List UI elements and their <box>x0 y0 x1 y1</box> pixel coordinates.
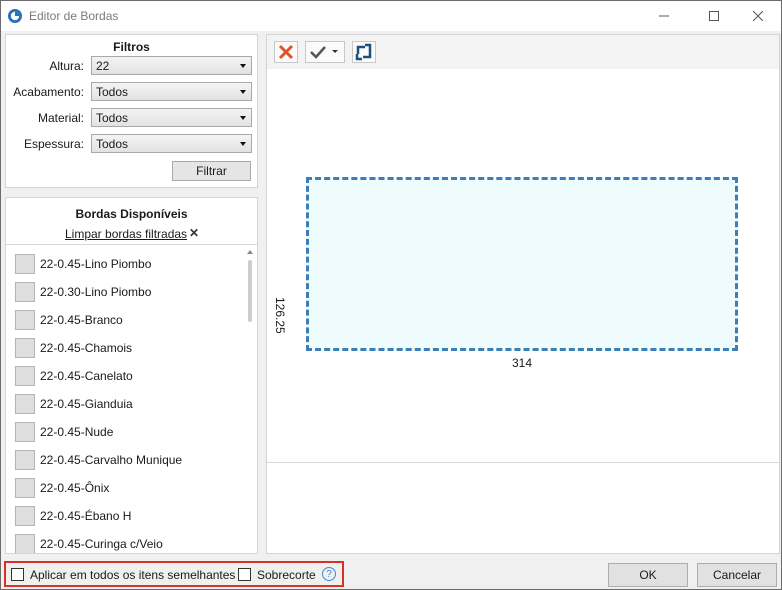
acabamento-select[interactable]: Todos <box>91 82 252 101</box>
window-title: Editor de Bordas <box>29 9 119 23</box>
color-swatch <box>15 450 35 470</box>
help-icon[interactable]: ? <box>322 567 336 581</box>
list-item-label: 22-0.45-Gianduia <box>40 397 133 411</box>
list-item[interactable]: 22-0.30-Lino Piombo <box>6 282 246 310</box>
title-bar: Editor de Bordas <box>1 1 781 31</box>
cancel-button[interactable]: Cancelar <box>697 563 777 587</box>
rotate-button[interactable] <box>352 41 376 63</box>
rotate-icon <box>355 43 372 61</box>
material-label: Material: <box>37 111 84 125</box>
apply-all-label: Aplicar em todos os itens semelhantes <box>30 568 236 582</box>
color-swatch <box>15 422 35 442</box>
color-swatch <box>15 394 35 414</box>
editor-bordas-window: Editor de Bordas Filtros Altura: 22 Acab… <box>0 0 782 590</box>
list-item[interactable]: 22-0.45-Carvalho Munique <box>6 450 246 478</box>
delete-icon <box>278 44 294 60</box>
espessura-value: Todos <box>96 137 129 151</box>
sobrecorte-label: Sobrecorte <box>257 568 316 582</box>
apply-dropdown-button[interactable] <box>305 41 345 63</box>
scroll-up-arrow[interactable] <box>247 250 253 254</box>
material-value: Todos <box>96 111 129 125</box>
chevron-down-icon <box>240 116 246 120</box>
available-edges-panel: Bordas Disponíveis Limpar bordas filtrad… <box>5 197 258 554</box>
altura-value: 22 <box>96 59 110 73</box>
material-select[interactable]: Todos <box>91 108 252 127</box>
preview-toolbar <box>267 35 779 69</box>
filters-title: Filtros <box>113 40 150 54</box>
maximize-icon <box>709 11 719 21</box>
altura-label: Altura: <box>49 59 84 73</box>
list-item[interactable]: 22-0.45-Canelato <box>6 366 246 394</box>
list-item[interactable]: 22-0.45-Chamois <box>6 338 246 366</box>
color-swatch <box>15 254 35 274</box>
filters-panel: Filtros Altura: 22 Acabamento: Todos Mat… <box>5 34 258 188</box>
preview-panel: 314 126.25 <box>266 34 780 554</box>
acabamento-label: Acabamento: <box>13 85 84 99</box>
list-item[interactable]: 22-0.45-Gianduia <box>6 394 246 422</box>
espessura-select[interactable]: Todos <box>91 134 252 153</box>
list-item-label: 22-0.45-Nude <box>40 425 114 439</box>
height-dimension: 126.25 <box>273 297 287 334</box>
app-icon <box>8 9 22 23</box>
list-item[interactable]: 22-0.45-Ébano H <box>6 506 246 534</box>
maximize-button[interactable] <box>691 1 737 31</box>
available-edges-title: Bordas Disponíveis <box>75 207 188 221</box>
check-dropdown-icon <box>310 46 338 59</box>
list-item-label: 22-0.45-Ônix <box>40 481 110 495</box>
list-item-label: 22-0.45-Carvalho Munique <box>40 453 183 467</box>
edge-preview-rectangle[interactable] <box>306 177 738 351</box>
minimize-icon <box>659 15 669 17</box>
list-item-label: 22-0.45-Curinga c/Veio <box>40 537 163 551</box>
acabamento-value: Todos <box>96 85 129 99</box>
clear-icon[interactable]: ✕ <box>189 226 199 240</box>
minimize-button[interactable] <box>641 1 687 31</box>
scrollbar-thumb[interactable] <box>248 260 252 322</box>
width-dimension: 314 <box>512 356 533 370</box>
preview-canvas: 314 126.25 <box>267 69 779 462</box>
delete-button[interactable] <box>274 41 298 63</box>
color-swatch <box>15 310 35 330</box>
color-swatch <box>15 338 35 358</box>
divider <box>267 462 779 463</box>
altura-select[interactable]: 22 <box>91 56 252 75</box>
filtrar-button[interactable]: Filtrar <box>172 161 251 181</box>
color-swatch <box>15 534 35 553</box>
color-swatch <box>15 366 35 386</box>
chevron-down-icon <box>240 90 246 94</box>
divider <box>6 244 257 245</box>
close-icon <box>753 11 763 21</box>
color-swatch <box>15 478 35 498</box>
list-item[interactable]: 22-0.45-Ônix <box>6 478 246 506</box>
color-swatch <box>15 506 35 526</box>
espessura-label: Espessura: <box>23 137 84 151</box>
options-highlight-box: Aplicar em todos os itens semelhantes So… <box>4 561 344 587</box>
apply-all-checkbox[interactable] <box>11 568 24 581</box>
ok-button[interactable]: OK <box>608 563 688 587</box>
list-item-label: 22-0.45-Branco <box>40 313 123 327</box>
clear-filtered-link[interactable]: Limpar bordas filtradas <box>65 227 187 241</box>
chevron-down-icon <box>240 64 246 68</box>
list-item[interactable]: 22-0.45-Branco <box>6 310 246 338</box>
list-item-label: 22-0.45-Chamois <box>40 341 133 355</box>
list-item-label: 22-0.45-Ébano H <box>40 509 132 523</box>
list-item[interactable]: 22-0.45-Nude <box>6 422 246 450</box>
close-button[interactable] <box>735 1 781 31</box>
list-item-label: 22-0.45-Lino Piombo <box>40 257 152 271</box>
sobrecorte-checkbox[interactable] <box>238 568 251 581</box>
color-swatch <box>15 282 35 302</box>
list-item-label: 22-0.45-Canelato <box>40 369 133 383</box>
list-item-label: 22-0.30-Lino Piombo <box>40 285 152 299</box>
chevron-down-icon <box>240 142 246 146</box>
list-item[interactable]: 22-0.45-Lino Piombo <box>6 254 246 282</box>
list-item[interactable]: 22-0.45-Curinga c/Veio <box>6 534 246 553</box>
